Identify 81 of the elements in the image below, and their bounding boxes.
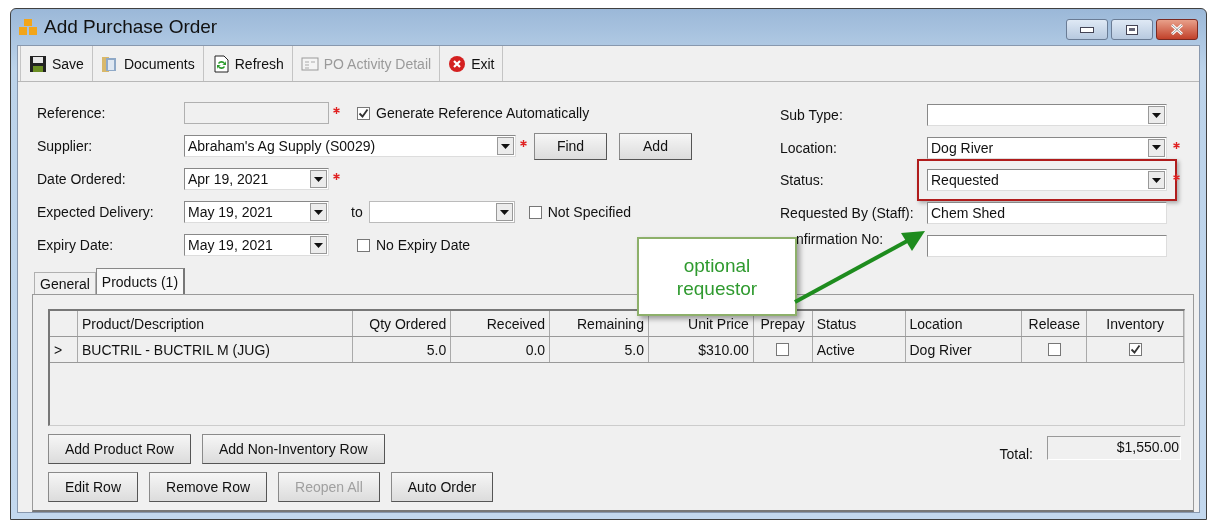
folder-icon bbox=[100, 54, 119, 73]
dropdown-field[interactable]: Requested bbox=[927, 169, 1167, 192]
window-title: Add Purchase Order bbox=[44, 16, 218, 38]
button[interactable]: Remove Row bbox=[149, 472, 268, 502]
field-label: Expected Delivery: bbox=[37, 204, 155, 220]
field-label: to bbox=[351, 204, 363, 220]
input-field[interactable]: Chem Shed bbox=[927, 202, 1167, 225]
button[interactable]: Find bbox=[534, 132, 607, 160]
total-label: Total: bbox=[999, 446, 1033, 462]
caret-icon bbox=[314, 209, 323, 215]
table-cell: Dog River bbox=[905, 337, 1023, 362]
table-cell: 0.0 bbox=[451, 337, 551, 362]
column-header: Received bbox=[451, 311, 551, 336]
toolbar-button[interactable]: Save bbox=[20, 46, 93, 81]
checkbox[interactable] bbox=[1047, 343, 1061, 356]
maximize-button[interactable] bbox=[1111, 19, 1153, 40]
caret-icon bbox=[1152, 145, 1161, 151]
caret-icon bbox=[501, 143, 510, 149]
boxes-icon bbox=[18, 18, 38, 36]
tab[interactable]: Products (1) bbox=[95, 268, 186, 294]
caret-icon bbox=[1152, 178, 1161, 183]
button[interactable]: Add bbox=[619, 132, 692, 160]
toolbar-button[interactable]: Documents bbox=[92, 46, 204, 81]
column-header: Inventory bbox=[1087, 311, 1184, 336]
checkbox[interactable] bbox=[357, 106, 370, 120]
close-icon bbox=[448, 54, 467, 73]
checkbox-label: Not Specified bbox=[547, 204, 631, 220]
toolbar-button[interactable]: Refresh bbox=[203, 46, 293, 81]
field-label: Reference: bbox=[37, 105, 107, 121]
table-cell: BUCTRIL - BUCTRIL M (JUG) bbox=[77, 337, 354, 362]
checkbox-label: Generate Reference Automatically bbox=[376, 105, 590, 121]
maximize-icon bbox=[1126, 24, 1138, 35]
field-label: nfirmation No: bbox=[795, 230, 885, 248]
field-label: Requested By (Staff): bbox=[780, 205, 915, 222]
table-cell: 5.0 bbox=[550, 337, 649, 362]
dropdown-field[interactable] bbox=[927, 104, 1167, 127]
button[interactable]: Add Non-Inventory Row bbox=[201, 434, 385, 464]
dropdown-field[interactable] bbox=[368, 201, 515, 223]
form-icon bbox=[300, 54, 319, 73]
column-header: Product/Description bbox=[77, 311, 354, 336]
column-header: Location bbox=[905, 311, 1023, 336]
close-button[interactable] bbox=[1156, 19, 1198, 40]
minimize-button[interactable] bbox=[1066, 19, 1108, 40]
field-label: Date Ordered: bbox=[37, 171, 127, 187]
caret-icon bbox=[1152, 112, 1161, 118]
caret-icon bbox=[314, 176, 323, 182]
dropdown-field[interactable]: Dog River bbox=[927, 136, 1167, 159]
field-label: Supplier: bbox=[37, 138, 94, 154]
toolbar-button[interactable]: Exit bbox=[440, 46, 504, 81]
button[interactable]: Add Product Row bbox=[48, 434, 191, 464]
close-icon bbox=[1170, 24, 1184, 35]
tab[interactable]: General bbox=[34, 272, 96, 294]
checkbox[interactable] bbox=[528, 205, 542, 219]
date-field[interactable]: May 19, 2021 bbox=[184, 201, 329, 223]
checkbox[interactable] bbox=[776, 343, 790, 356]
callout-note: optional requestor bbox=[637, 237, 797, 316]
checkbox-label: No Expiry Date bbox=[376, 237, 471, 253]
table-cell: $310.00 bbox=[648, 337, 754, 362]
table-cell: Active bbox=[812, 337, 906, 362]
date-field[interactable]: Apr 19, 2021 bbox=[184, 168, 329, 190]
field-label: Sub Type: bbox=[780, 107, 844, 124]
caret-icon bbox=[499, 209, 509, 215]
caret-icon bbox=[314, 242, 323, 248]
column-header: Status bbox=[812, 311, 906, 336]
field-label: Status: bbox=[780, 172, 825, 189]
date-field[interactable]: May 19, 2021 bbox=[184, 234, 329, 256]
minimize-icon bbox=[1080, 26, 1094, 33]
button[interactable]: Auto Order bbox=[390, 472, 494, 502]
field-label: Location: bbox=[780, 139, 838, 156]
floppy-icon bbox=[29, 54, 47, 73]
checkbox[interactable] bbox=[357, 238, 370, 252]
refresh-icon bbox=[211, 54, 230, 73]
checkbox[interactable] bbox=[1128, 343, 1142, 356]
button[interactable]: Edit Row bbox=[48, 472, 139, 502]
column-header: Release bbox=[1022, 311, 1088, 336]
total-field: $1,550.00 bbox=[1047, 436, 1181, 460]
input-field[interactable] bbox=[927, 234, 1167, 257]
dropdown-field[interactable]: Abraham's Ag Supply (S0029) bbox=[184, 135, 516, 157]
field-label: Expiry Date: bbox=[37, 237, 115, 253]
column-header: Qty Ordered bbox=[353, 311, 452, 336]
table-cell: 5.0 bbox=[353, 337, 452, 362]
